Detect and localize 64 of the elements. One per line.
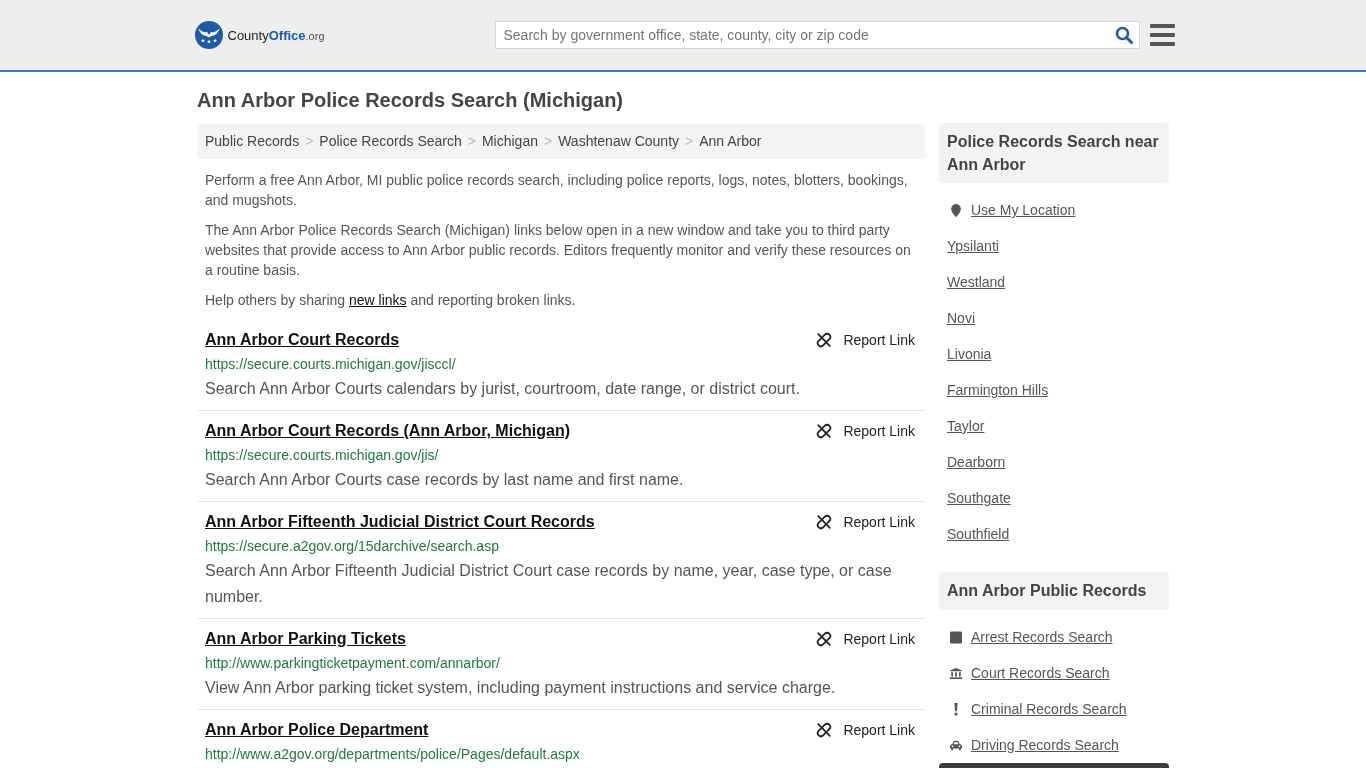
broken-link-icon [816, 514, 833, 530]
result-url-link[interactable]: http://www.parkingticketpayment.com/annarbor/ [205, 651, 500, 675]
result-title-link[interactable]: Ann Arbor Police Department [205, 718, 429, 742]
report-link[interactable]: Report Link [816, 512, 915, 532]
breadcrumb-link[interactable]: Washtenaw County [558, 133, 680, 149]
share-note: Help others by sharing new links and reporting broken links. [204, 291, 577, 310]
car-icon [950, 738, 962, 752]
result-title-link[interactable]: Ann Arbor Fifteenth Judicial District Court Records [205, 510, 595, 534]
result-url-link[interactable]: https://secure.courts.michigan.gov/jisccl/ [205, 352, 456, 376]
breadcrumb-link[interactable]: Michigan [481, 133, 538, 149]
broken-link-icon [816, 722, 833, 738]
sidebar-link[interactable]: Southgate [947, 488, 1011, 508]
map-pin-icon [950, 203, 962, 217]
result-url-link[interactable]: http://www.a2gov.org/departments/police/Pages/default.aspx [205, 742, 580, 766]
sidebar-link[interactable]: Dearborn [947, 452, 1006, 472]
result-title-link[interactable]: Ann Arbor Court Records [205, 328, 400, 352]
search-field[interactable]: Search by government office, state, county, city or zip code [494, 21, 1140, 49]
menu-icon[interactable] [1149, 24, 1175, 46]
square-icon [950, 630, 962, 644]
report-link[interactable]: Report Link [816, 421, 915, 441]
result-description: Search Ann Arbor Fifteenth Judicial District Court case records by name, year, case type, or case number. [205, 561, 893, 607]
search-icon[interactable] [1114, 26, 1133, 44]
report-link[interactable]: Report Link [816, 629, 915, 649]
result-url-link[interactable]: https://secure.courts.michigan.gov/jis/ [205, 443, 439, 467]
sidebar-heading: Police Records Search near Ann Arbor [939, 123, 1169, 183]
columned-building-icon [950, 666, 962, 680]
new-links-link[interactable]: new links [348, 292, 407, 308]
sidebar-link[interactable]: Ypsilanti [947, 236, 999, 256]
intro-paragraph: Perform a free Ann Arbor, MI public police records search, including police reports, logs, notes, blotters, bookings, and mugshots. [204, 171, 909, 210]
breadcrumb-link[interactable]: Police Records Search [319, 133, 462, 149]
sidebar-link[interactable]: Westland [947, 272, 1006, 292]
result-description: Search Ann Arbor Courts case records by last name and first name. [205, 470, 685, 490]
sidebar-link[interactable]: Farmington Hills [947, 380, 1049, 400]
sidebar-link[interactable]: Arrest Records Search [971, 627, 1113, 647]
result-title-link[interactable]: Ann Arbor Parking Tickets [205, 627, 406, 651]
intro-paragraph: The Ann Arbor Police Records Search (Michigan) links below open in a new window and take you to third party websites that provide access to Ann Arbor public records. Editors frequently monitor and verify these resources on a routine basis. [204, 221, 912, 280]
sidebar-link[interactable]: Court Records Search [971, 663, 1110, 683]
logo-text[interactable]: CountyOffice.org [227, 27, 325, 43]
report-link[interactable]: Report Link [816, 330, 915, 350]
sidebar-heading: Ann Arbor Public Records [939, 572, 1169, 610]
sidebar-link[interactable]: Novi [947, 308, 975, 328]
sidebar-link[interactable]: Criminal Records Search [971, 699, 1127, 719]
result-description: Search Ann Arbor Courts calendars by jurist, courtroom, date range, or district court. [205, 379, 801, 399]
broken-link-icon [816, 332, 833, 348]
broken-link-icon [816, 423, 833, 439]
sidebar-link[interactable]: Driving Records Search [971, 735, 1119, 755]
breadcrumb-separator: > [685, 133, 694, 149]
eagle-emblem-icon[interactable] [194, 21, 223, 49]
sidebar-link[interactable]: Southfield [947, 524, 1010, 544]
result-title-link[interactable]: Ann Arbor Court Records (Ann Arbor, Michigan) [205, 419, 571, 443]
sidebar-link[interactable]: Taylor [947, 416, 985, 436]
breadcrumb-separator: > [543, 133, 553, 149]
report-link[interactable]: Report Link [816, 720, 915, 740]
breadcrumb-separator: > [305, 133, 314, 149]
page-title: Ann Arbor Police Records Search (Michigan) [197, 88, 624, 113]
sidebar-link[interactable]: Use My Location [971, 200, 1076, 220]
breadcrumb-current: Ann Arbor [699, 133, 762, 149]
breadcrumb-link[interactable]: Public Records [205, 133, 300, 149]
broken-link-icon [816, 631, 833, 647]
result-description: View Ann Arbor parking ticket system, including payment instructions and service charge. [205, 678, 837, 698]
breadcrumb-separator: > [467, 133, 476, 149]
exclamation-icon [954, 702, 958, 716]
result-url-link[interactable]: https://secure.a2gov.org/15darchive/search.asp [205, 534, 499, 558]
sidebar-link[interactable]: Livonia [947, 344, 992, 364]
